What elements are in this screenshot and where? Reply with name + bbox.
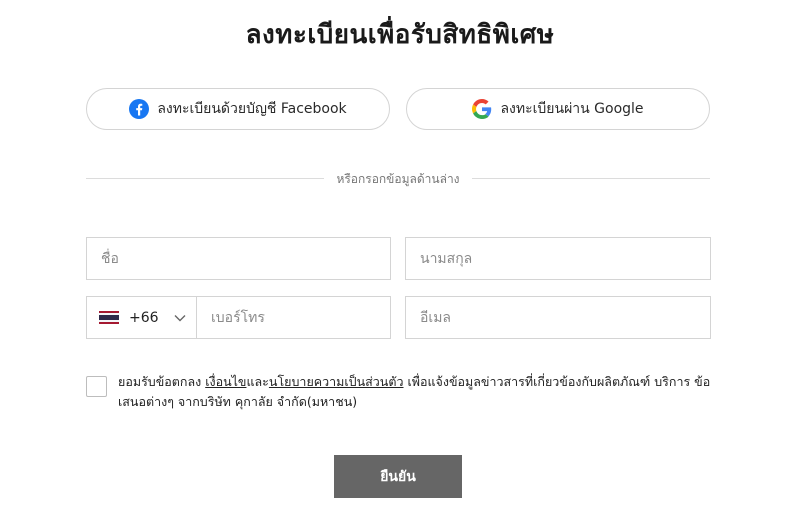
phone-field-wrapper [196, 296, 391, 339]
email-field-wrapper [405, 296, 711, 339]
chevron-down-icon [173, 311, 187, 325]
country-code-select[interactable]: +66 [86, 296, 197, 339]
first-name-field-wrapper [86, 237, 391, 280]
consent-and: และ [246, 374, 269, 389]
consent-checkbox[interactable] [86, 376, 107, 397]
page-title: ลงทะเบียนเพื่อรับสิทธิพิเศษ [245, 20, 555, 50]
last-name-input[interactable] [406, 238, 710, 279]
email-input[interactable] [406, 297, 710, 338]
facebook-icon [129, 99, 150, 119]
first-name-input[interactable] [87, 238, 390, 279]
phone-input[interactable] [197, 297, 390, 338]
consent-text: ยอมรับข้อตกลง เงื่อนไขและนโยบายความเป็นส… [118, 372, 714, 412]
or-divider: หรือกรอกข้อมูลด้านล่าง [86, 168, 710, 188]
divider-text: หรือกรอกข้อมูลด้านล่าง [336, 172, 460, 186]
thailand-flag-icon [99, 310, 119, 325]
country-code-value: +66 [129, 309, 159, 326]
facebook-signup-button[interactable]: ลงทะเบียนด้วยบัญชี Facebook [86, 88, 390, 130]
facebook-signup-label: ลงทะเบียนด้วยบัญชี Facebook [157, 101, 347, 117]
divider-line-right [472, 178, 710, 179]
submit-button[interactable]: ยืนยัน [334, 455, 462, 498]
privacy-policy-link[interactable]: นโยบายความเป็นส่วนตัว [269, 374, 404, 389]
consent-prefix: ยอมรับข้อตกลง [118, 374, 206, 389]
google-signup-button[interactable]: ลงทะเบียนผ่าน Google [406, 88, 710, 130]
google-icon [472, 99, 492, 119]
google-signup-label: ลงทะเบียนผ่าน Google [500, 101, 644, 117]
last-name-field-wrapper [405, 237, 711, 280]
terms-link[interactable]: เงื่อนไข [205, 374, 246, 389]
